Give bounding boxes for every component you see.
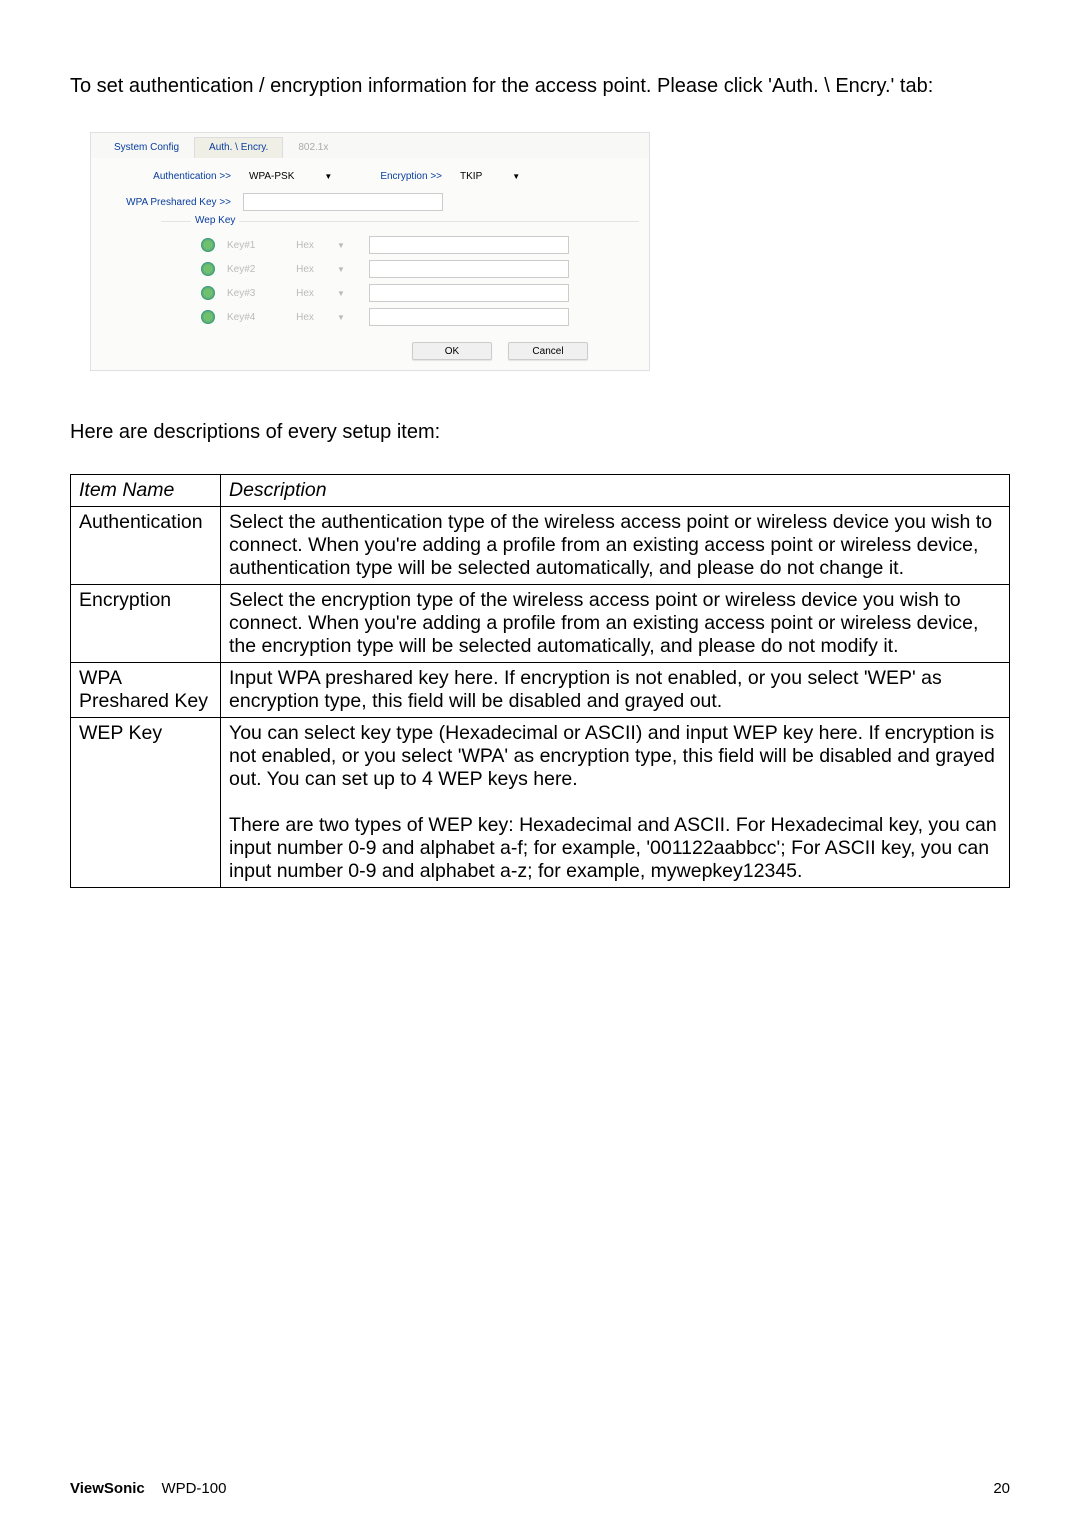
footer: ViewSonic WPD-100 20 bbox=[70, 1480, 1010, 1497]
radio-icon[interactable] bbox=[201, 310, 215, 324]
wep-row: Key#1 Hex ▼ bbox=[201, 236, 639, 254]
page-number: 20 bbox=[993, 1480, 1010, 1497]
table-row: Authentication Select the authentication… bbox=[71, 507, 1010, 585]
wep-legend: Wep Key bbox=[191, 215, 239, 226]
wep-key-input[interactable] bbox=[369, 260, 569, 278]
dialog-screenshot: System Config Auth. \ Encry. 802.1x Auth… bbox=[90, 132, 650, 371]
cell-description: You can select key type (Hexadecimal or … bbox=[221, 718, 1010, 888]
wep-key-label: Key#3 bbox=[227, 288, 273, 299]
cell-item-name: Authentication bbox=[71, 507, 221, 585]
wep-fieldset: Wep Key Key#1 Hex ▼ Key#2 Hex ▼ Key#3 He… bbox=[161, 221, 639, 370]
enc-value: TKIP bbox=[460, 171, 482, 182]
chevron-down-icon: ▼ bbox=[337, 265, 345, 274]
enc-dropdown[interactable]: TKIP ▼ bbox=[454, 170, 526, 183]
wep-key-input[interactable] bbox=[369, 308, 569, 326]
desc-intro: Here are descriptions of every setup ite… bbox=[70, 421, 1010, 444]
cell-item-name: WPA Preshared Key bbox=[71, 663, 221, 718]
psk-label: WPA Preshared Key >> bbox=[101, 197, 231, 208]
wep-key-label: Key#4 bbox=[227, 312, 273, 323]
wep-key-label: Key#1 bbox=[227, 240, 273, 251]
cell-description: Select the encryption type of the wirele… bbox=[221, 585, 1010, 663]
ok-button[interactable]: OK bbox=[412, 342, 492, 360]
intro-paragraph: To set authentication / encryption infor… bbox=[70, 70, 1010, 102]
wep-row: Key#3 Hex ▼ bbox=[201, 284, 639, 302]
wep-key-input[interactable] bbox=[369, 284, 569, 302]
wep-row: Key#4 Hex ▼ bbox=[201, 308, 639, 326]
chevron-down-icon: ▼ bbox=[337, 313, 345, 322]
auth-label: Authentication >> bbox=[101, 171, 231, 182]
table-header-name: Item Name bbox=[71, 475, 221, 507]
cancel-button[interactable]: Cancel bbox=[508, 342, 588, 360]
cell-description: Input WPA preshared key here. If encrypt… bbox=[221, 663, 1010, 718]
wep-type-dropdown[interactable]: Hex bbox=[285, 264, 325, 275]
wep-type-dropdown[interactable]: Hex bbox=[285, 288, 325, 299]
chevron-down-icon: ▼ bbox=[337, 241, 345, 250]
table-header-desc: Description bbox=[221, 475, 1010, 507]
table-row: Encryption Select the encryption type of… bbox=[71, 585, 1010, 663]
wep-key-input[interactable] bbox=[369, 236, 569, 254]
chevron-down-icon: ▼ bbox=[337, 289, 345, 298]
tabs-row: System Config Auth. \ Encry. 802.1x bbox=[91, 133, 649, 158]
description-table: Item Name Description Authentication Sel… bbox=[70, 474, 1010, 888]
footer-model: WPD-100 bbox=[161, 1480, 226, 1497]
cell-item-name: WEP Key bbox=[71, 718, 221, 888]
radio-icon[interactable] bbox=[201, 262, 215, 276]
wep-type-dropdown[interactable]: Hex bbox=[285, 240, 325, 251]
cell-item-name: Encryption bbox=[71, 585, 221, 663]
psk-input[interactable] bbox=[243, 193, 443, 211]
wep-key-label: Key#2 bbox=[227, 264, 273, 275]
auth-value: WPA-PSK bbox=[249, 171, 294, 182]
wep-row: Key#2 Hex ▼ bbox=[201, 260, 639, 278]
table-row: WPA Preshared Key Input WPA preshared ke… bbox=[71, 663, 1010, 718]
dialog-body: Authentication >> WPA-PSK ▼ Encryption >… bbox=[91, 158, 649, 370]
radio-icon[interactable] bbox=[201, 286, 215, 300]
chevron-down-icon: ▼ bbox=[512, 172, 520, 181]
auth-dropdown[interactable]: WPA-PSK ▼ bbox=[243, 170, 338, 183]
table-row: WEP Key You can select key type (Hexadec… bbox=[71, 718, 1010, 888]
chevron-down-icon: ▼ bbox=[324, 172, 332, 181]
footer-brand: ViewSonic bbox=[70, 1480, 145, 1497]
cell-description: Select the authentication type of the wi… bbox=[221, 507, 1010, 585]
wep-type-dropdown[interactable]: Hex bbox=[285, 312, 325, 323]
tab-8021x[interactable]: 802.1x bbox=[283, 137, 343, 158]
enc-label: Encryption >> bbox=[380, 171, 442, 182]
tab-auth-encry[interactable]: Auth. \ Encry. bbox=[194, 137, 283, 158]
radio-icon[interactable] bbox=[201, 238, 215, 252]
tab-system-config[interactable]: System Config bbox=[99, 137, 194, 158]
